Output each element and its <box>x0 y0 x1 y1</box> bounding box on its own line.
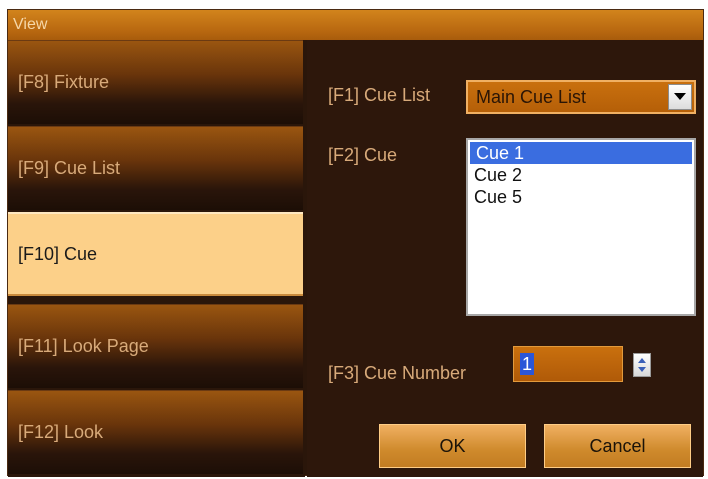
sidebar-item-cue-list[interactable]: [F9] Cue List <box>8 126 303 210</box>
list-item-cue-5[interactable]: Cue 5 <box>468 186 694 208</box>
window-title: View <box>8 10 703 40</box>
cue-list-dropdown[interactable]: Main Cue List <box>466 80 696 114</box>
view-dialog: View [F8] Fixture [F9] Cue List [F10] Cu… <box>7 9 704 477</box>
dropdown-arrow-button[interactable] <box>668 84 692 110</box>
cue-number-spinner[interactable] <box>633 353 651 377</box>
sidebar-item-label: [F12] Look <box>18 422 104 442</box>
cue-number-label: [F3] Cue Number <box>328 363 467 383</box>
sidebar-item-label: [F11] Look Page <box>18 336 149 356</box>
cue-list-label: [F1] Cue List <box>328 85 431 105</box>
sidebar-item-look[interactable]: [F12] Look <box>8 390 303 474</box>
cue-label: [F2] Cue <box>328 145 398 165</box>
list-item-cue-2[interactable]: Cue 2 <box>468 164 694 186</box>
sidebar-item-cue[interactable]: [F10] Cue <box>8 212 303 296</box>
cue-number-input[interactable]: 1 <box>513 346 623 382</box>
spinner-arrows-icon <box>638 358 646 372</box>
sidebar-item-look-page[interactable]: [F11] Look Page <box>8 304 303 388</box>
cue-list-value: Main Cue List <box>476 87 587 107</box>
sidebar-item-fixture[interactable]: [F8] Fixture <box>8 40 303 124</box>
cue-number-value: 1 <box>520 353 534 375</box>
cue-form: [F1] Cue List Main Cue List [F2] Cue Cue… <box>307 40 703 477</box>
sidebar-item-label: [F8] Fixture <box>18 72 110 92</box>
sidebar-item-label: [F9] Cue List <box>18 158 121 178</box>
list-item-cue-1[interactable]: Cue 1 <box>470 142 692 164</box>
sidebar: [F8] Fixture [F9] Cue List [F10] Cue [F1… <box>8 40 305 477</box>
chevron-down-icon <box>674 93 686 100</box>
ok-button[interactable]: OK <box>379 424 526 468</box>
cue-listbox[interactable]: Cue 1 Cue 2 Cue 5 <box>466 138 696 316</box>
cancel-button[interactable]: Cancel <box>544 424 691 468</box>
sidebar-item-label: [F10] Cue <box>18 243 98 264</box>
